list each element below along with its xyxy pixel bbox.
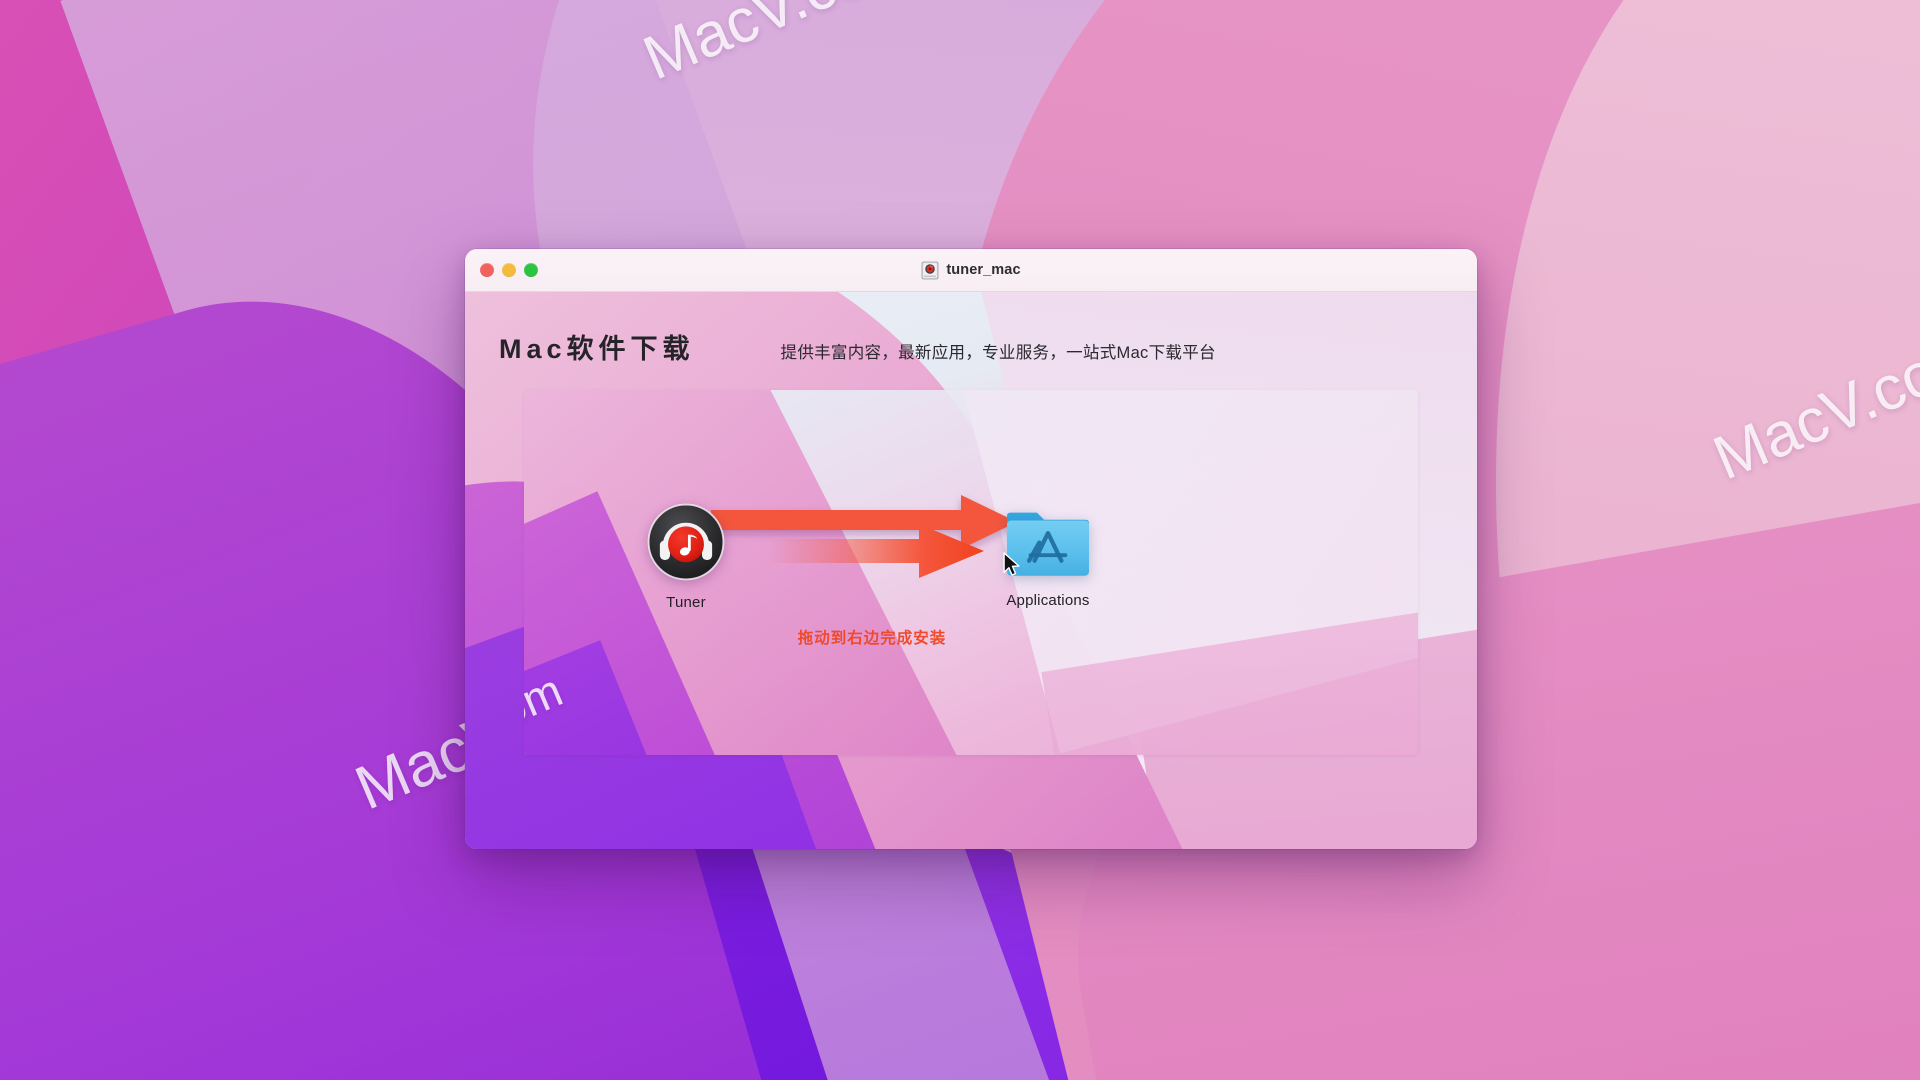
page-subtitle: 提供丰富内容，最新应用，专业服务，一站式Mac下载平台 [780,344,1216,362]
minimize-button[interactable] [502,263,516,277]
drag-arrow-secondary [769,524,984,578]
page-title: Mac软件下载 [499,334,695,364]
applications-folder-item[interactable]: Applications [968,503,1128,609]
dmg-window-body: Mac软件下载 提供丰富内容，最新应用，专业服务，一站式Mac下载平台 om T… [465,292,1477,849]
tuner-app-icon[interactable] [647,503,725,581]
tuner-app-label: Tuner [666,594,706,611]
maximize-button[interactable] [524,263,538,277]
applications-folder-label: Applications [1006,592,1090,609]
window-titlebar[interactable]: tuner_mac [465,249,1477,292]
install-panel-content: Tuner Applications 拖动到右边完成安装 [524,390,1418,755]
install-drop-panel: om Tuner Applications 拖动到右边完成安装 [524,390,1418,755]
dmg-installer-window: tuner_mac Mac软件下载 提供丰富内容，最新应用，专业服务，一站式Ma… [465,249,1477,849]
titlebar-title-group: tuner_mac [465,261,1477,280]
drag-instruction-text: 拖动到右边完成安装 [797,630,947,647]
traffic-light-group [480,263,538,277]
mouse-pointer-icon [1003,552,1020,576]
close-button[interactable] [480,263,494,277]
window-title: tuner_mac [946,262,1021,278]
disk-image-icon [921,261,939,279]
dmg-header: Mac软件下载 提供丰富内容，最新应用，专业服务，一站式Mac下载平台 [465,292,1477,366]
tuner-app-item[interactable]: Tuner [621,503,751,611]
